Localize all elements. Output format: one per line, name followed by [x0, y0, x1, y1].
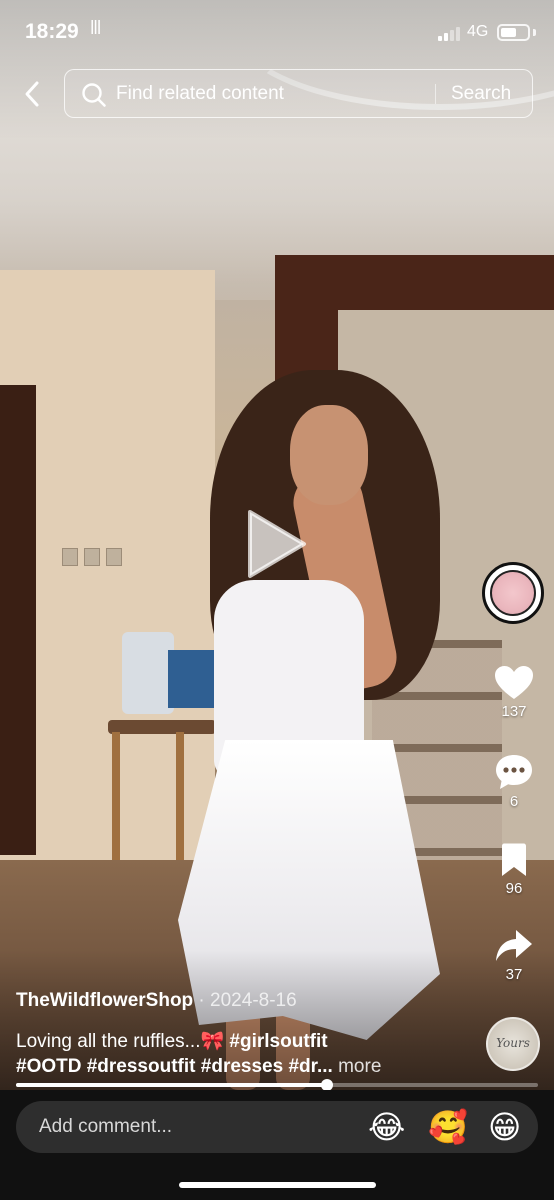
video-progress-bar[interactable] — [16, 1079, 538, 1091]
box — [168, 650, 214, 708]
chevron-left-icon — [25, 81, 39, 107]
home-indicator — [179, 1182, 376, 1188]
hashtag[interactable]: #OOTD — [16, 1056, 81, 1077]
light-switch — [106, 548, 122, 566]
caption-text: Loving all the ruffles...🎀 — [16, 1031, 230, 1052]
emoji-smiling-hearts-icon[interactable]: 🥰 — [428, 1108, 468, 1146]
search-icon — [82, 83, 106, 107]
date-separator: · — [193, 990, 211, 1011]
network-label: 4G — [467, 23, 489, 40]
comment-count: 6 — [509, 793, 519, 810]
music-disc-label: Yours — [496, 1036, 530, 1050]
comment-placeholder: Add comment... — [39, 1116, 173, 1137]
hashtag[interactable]: #dresses — [201, 1056, 283, 1077]
share-count: 37 — [505, 966, 523, 983]
bookmark-icon — [502, 843, 526, 876]
author-row: TheWildflowerShop · 2024-8-16 — [16, 990, 297, 1012]
comment-bubble-icon — [496, 755, 532, 789]
search-input[interactable]: Find related content — [116, 83, 284, 105]
emoji-laughing-icon[interactable]: 😂 — [368, 1108, 405, 1146]
like-count: 137 — [501, 703, 527, 720]
search-bar[interactable]: Find related content Search — [64, 69, 533, 118]
share-button[interactable]: 37 — [488, 928, 540, 983]
side-table — [108, 720, 216, 734]
heart-icon — [495, 666, 533, 699]
signal-icon — [438, 27, 464, 41]
person-face — [290, 405, 368, 505]
bag — [122, 632, 174, 714]
table-leg — [112, 732, 120, 862]
avatar-image — [490, 570, 536, 616]
light-switch — [62, 548, 78, 566]
more-link[interactable]: more — [338, 1056, 381, 1077]
progress-fill — [16, 1083, 327, 1087]
post-date: 2024-8-16 — [210, 990, 297, 1011]
back-button[interactable] — [14, 76, 50, 112]
emoji-grinning-icon[interactable]: 😁 — [488, 1108, 521, 1146]
author-name[interactable]: TheWildflowerShop — [16, 990, 193, 1011]
light-switch — [84, 548, 100, 566]
save-count: 96 — [505, 880, 523, 897]
status-time: 18:29 — [25, 20, 79, 43]
save-button[interactable]: 96 — [488, 842, 540, 897]
play-icon[interactable] — [246, 508, 308, 580]
creator-avatar[interactable] — [482, 562, 544, 624]
post-caption[interactable]: Loving all the ruffles...🎀 #girlsoutfit … — [16, 1029, 476, 1079]
status-extra-indicator: ꟾꟾꟾ — [90, 21, 101, 38]
search-divider — [435, 84, 436, 104]
search-button[interactable]: Search — [451, 83, 511, 105]
hashtag[interactable]: #dressoutfit — [87, 1056, 196, 1077]
door — [0, 385, 36, 855]
like-button[interactable]: 137 — [488, 665, 540, 720]
hashtag[interactable]: #dr... — [288, 1056, 332, 1077]
battery-icon — [497, 24, 530, 41]
comment-input[interactable]: Add comment... 😂 🥰 😁 — [16, 1101, 538, 1153]
hashtag[interactable]: #girlsoutfit — [229, 1031, 327, 1052]
battery-cap — [533, 29, 536, 36]
comment-button[interactable]: 6 — [488, 753, 540, 810]
status-bar: 18:29 ꟾꟾꟾ 4G — [0, 0, 554, 64]
share-arrow-icon — [496, 930, 532, 961]
table-leg — [176, 732, 184, 862]
music-disc[interactable]: Yours — [486, 1017, 540, 1071]
